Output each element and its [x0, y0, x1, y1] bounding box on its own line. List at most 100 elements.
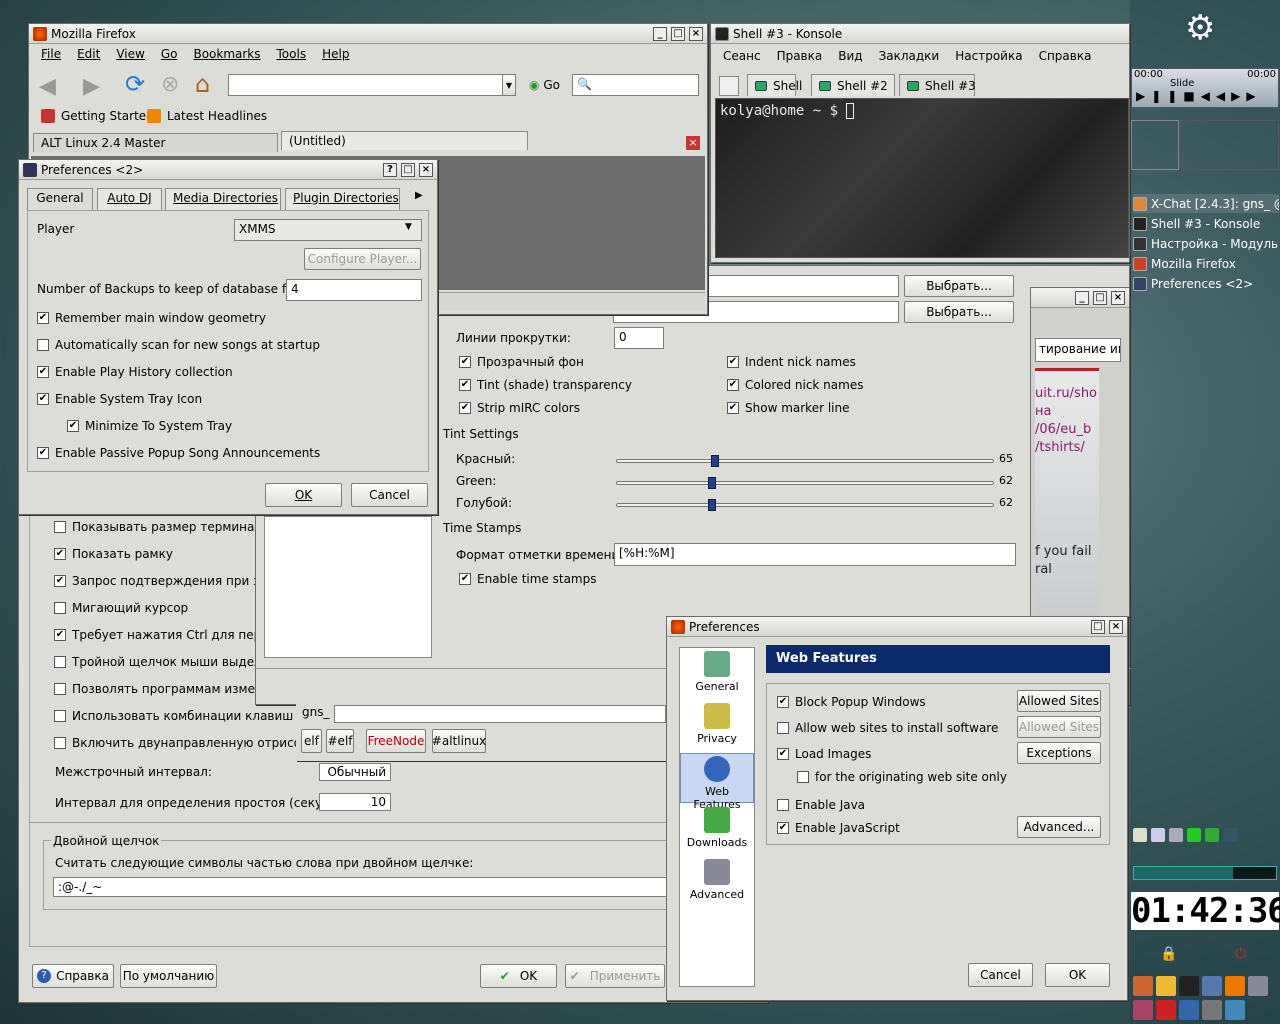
category-web-features[interactable]: Web Features [680, 753, 754, 811]
maximize-icon[interactable]: □ [401, 162, 415, 177]
menu-item[interactable]: Закладки [879, 49, 940, 63]
terminal-view[interactable]: kolya@home ~ $ [715, 98, 1129, 258]
taskbar-item[interactable]: Mozilla Firefox [1133, 254, 1279, 273]
enable-timestamps-checkbox[interactable]: ✔ Enable time stamps [459, 572, 596, 586]
kcm-option-checkbox[interactable]: Использовать комбинации клавиш Ctrl+ [54, 709, 329, 723]
kcm-option-checkbox[interactable]: Позволять программам изменят [54, 682, 277, 696]
menu-item[interactable]: Сеанс [723, 49, 761, 63]
kcm-option-checkbox[interactable]: Показывать размер терминала п [54, 520, 281, 534]
defaults-button[interactable]: По умолчанию [120, 964, 217, 988]
web-feature-checkbox[interactable]: ✔ Block Popup Windows [777, 695, 926, 709]
close-tab-icon[interactable]: × [686, 136, 700, 150]
kcm-option-checkbox[interactable]: ✔ Запрос подтверждения при закр [54, 574, 282, 588]
apply-button[interactable]: ✔ Применить [565, 964, 665, 988]
network-icon[interactable] [1205, 828, 1219, 842]
tab-plugin-directories[interactable]: Plugin Directories [285, 188, 400, 210]
menu-item[interactable]: Tools [277, 47, 307, 61]
notes-icon[interactable] [1133, 828, 1147, 842]
minimize-icon[interactable]: _ [1075, 290, 1089, 305]
back-icon[interactable]: ◀ [39, 74, 56, 99]
help-icon[interactable]: ? [383, 162, 397, 177]
blue-slider-handle[interactable] [708, 499, 716, 511]
url-dropdown[interactable]: ▼ [502, 74, 516, 96]
desktop-pager-2[interactable] [1180, 120, 1279, 170]
menu-item[interactable]: Справка [1039, 49, 1092, 63]
xchat-category-list[interactable] [264, 516, 432, 658]
allowed-sites-button-2[interactable]: Allowed Sites [1017, 716, 1101, 738]
xchat-option-checkbox[interactable]: ✔ Show marker line [727, 401, 849, 415]
lock-icon[interactable]: 🔒 [1160, 946, 1177, 962]
close-icon[interactable]: × [689, 26, 703, 41]
channel-tab[interactable]: #elf [326, 729, 354, 753]
amarok-cancel-button[interactable]: Cancel [351, 483, 428, 507]
search-input[interactable]: 🔍 [572, 74, 699, 96]
category-general[interactable]: General [680, 649, 754, 699]
kde-logo-icon[interactable]: ⚙ [1185, 8, 1215, 48]
mail-icon[interactable] [1187, 828, 1201, 842]
kcm-ok-button[interactable]: ✔ OK [480, 964, 557, 988]
office-icon[interactable] [1156, 999, 1176, 1020]
scroll-lines-input[interactable]: 0 [614, 327, 664, 349]
exceptions-button[interactable]: Exceptions [1017, 742, 1101, 764]
menu-item[interactable]: File [41, 47, 61, 61]
tab-scroll-right-icon[interactable]: ▶ [415, 190, 423, 201]
choose-button-1[interactable]: Выбрать... [904, 275, 1014, 297]
choose-button-2[interactable]: Выбрать... [904, 301, 1014, 323]
green-slider-handle[interactable] [708, 477, 716, 489]
tab-general[interactable]: General [27, 188, 93, 210]
xchat-option-checkbox[interactable]: ✔ Tint (shade) transparency [459, 378, 632, 392]
xchat-topic[interactable]: тирование ин [1035, 338, 1121, 362]
menu-item[interactable]: Вид [838, 49, 862, 63]
xchat-option-checkbox[interactable]: ✔ Indent nick names [727, 355, 856, 369]
option-checkbox[interactable]: ✔ Minimize To System Tray [67, 419, 232, 433]
taskbar-item[interactable]: Настройка - Модуль н [1133, 234, 1279, 253]
message-input[interactable] [334, 705, 666, 723]
taskbar-item[interactable]: Shell #3 - Konsole [1133, 214, 1279, 233]
terminal-icon[interactable] [1179, 976, 1199, 996]
forward-icon[interactable]: ▶ [83, 74, 100, 99]
close-icon[interactable]: × [1111, 290, 1125, 305]
editor-icon[interactable] [1156, 976, 1176, 996]
menu-item[interactable]: Edit [77, 47, 100, 61]
idle-interval-input[interactable]: 10 [319, 793, 391, 811]
display-icon[interactable] [1179, 999, 1199, 1020]
settings-icon[interactable] [1248, 976, 1268, 996]
tab-shell-1[interactable]: Shell [747, 74, 802, 96]
menu-item[interactable]: Правка [777, 49, 823, 63]
reload-icon[interactable]: ⟳ [125, 70, 145, 98]
taskbar-item[interactable]: Preferences <2> [1133, 274, 1279, 293]
amarok-ok-button[interactable]: OK [265, 483, 342, 507]
maximize-icon[interactable]: □ [671, 26, 685, 41]
tab-untitled[interactable]: (Untitled) [281, 131, 528, 150]
category-downloads[interactable]: Downloads [680, 805, 754, 855]
line-spacing-select[interactable]: Обычный [319, 763, 391, 781]
menu-item[interactable]: Настройка [955, 49, 1022, 63]
green-slider[interactable] [616, 477, 994, 489]
allowed-sites-button-1[interactable]: Allowed Sites [1017, 690, 1101, 712]
web-feature-checkbox[interactable]: ✔ Enable JavaScript [777, 821, 900, 835]
files-icon[interactable] [1225, 999, 1245, 1020]
xchat-option-checkbox[interactable]: ✔ Colored nick names [727, 378, 863, 392]
option-checkbox[interactable]: ✔ Enable Play History collection [37, 365, 233, 379]
tab-shell-2[interactable]: Shell #2 [811, 74, 895, 96]
new-session-icon[interactable] [719, 76, 739, 96]
kcm-option-checkbox[interactable]: Мигающий курсор [54, 601, 188, 615]
go-button[interactable]: ◉ Go [529, 78, 560, 92]
xchat-option-checkbox[interactable]: ✔ Прозрачный фон [459, 355, 584, 369]
close-icon[interactable]: × [419, 162, 433, 177]
ffprefs-ok-button[interactable]: OK [1045, 963, 1110, 987]
kcm-option-checkbox[interactable]: Включить двунаправленную отрисовку [54, 736, 322, 750]
web-feature-checkbox[interactable]: Allow web sites to install software [777, 721, 998, 735]
channel-tab[interactable]: elf [301, 729, 322, 753]
media-icon[interactable] [1133, 999, 1153, 1020]
option-checkbox[interactable]: ✔ Enable System Tray Icon [37, 392, 202, 406]
channel-tab[interactable]: FreeNode [366, 729, 426, 753]
player-select[interactable]: XMMS [234, 219, 422, 241]
tab-auto-dj[interactable]: Auto DJ [97, 188, 162, 210]
option-checkbox[interactable]: Automatically scan for new songs at star… [37, 338, 320, 352]
red-slider[interactable] [616, 455, 994, 467]
menu-item[interactable]: Help [322, 47, 349, 61]
bookmark-latest-headlines[interactable]: Latest Headlines [147, 109, 267, 123]
timestamp-format-input[interactable]: [%H:%M] [614, 543, 1016, 566]
backups-input[interactable]: 4 [286, 279, 422, 301]
